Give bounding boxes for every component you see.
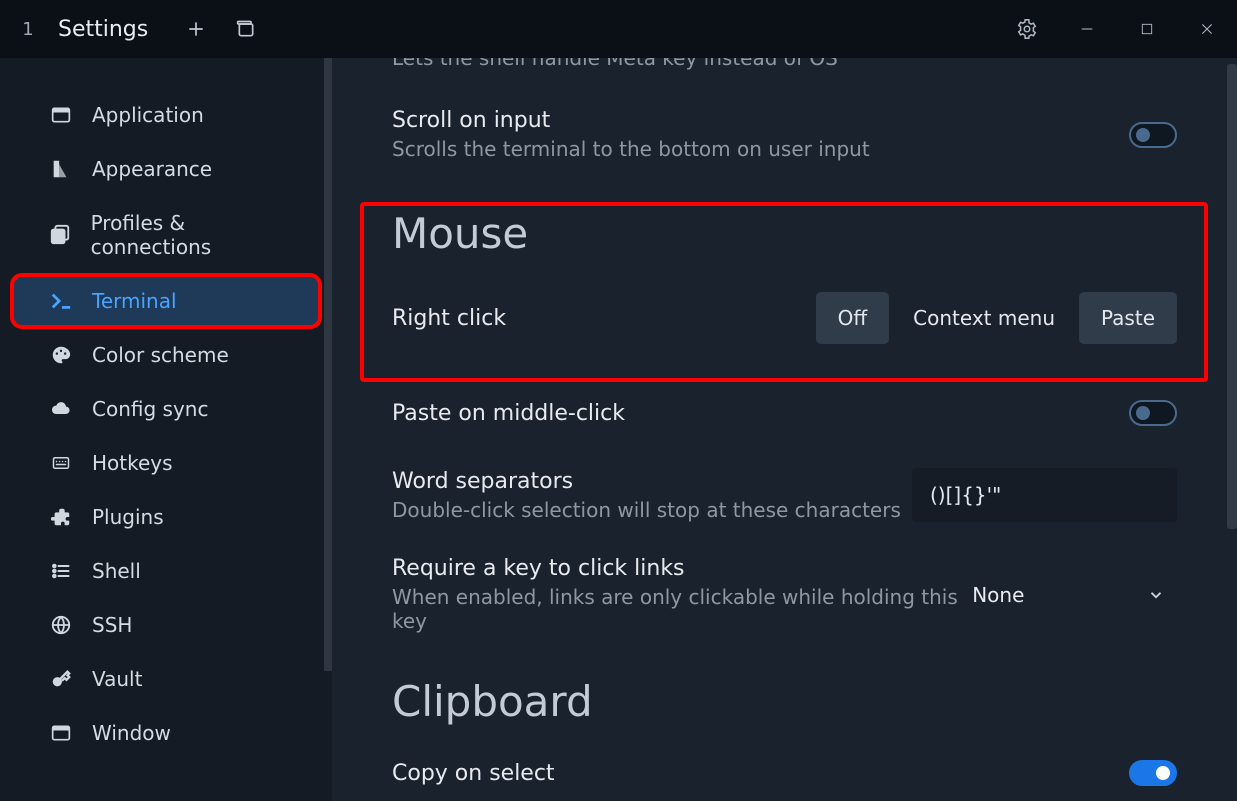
setting-label: Copy on select xyxy=(392,761,555,786)
setting-label: Right click xyxy=(392,306,506,331)
setting-label: Paste on middle-click xyxy=(392,401,625,426)
sidebar-item-terminal[interactable]: Terminal xyxy=(12,275,320,327)
sidebar-item-hotkeys[interactable]: Hotkeys xyxy=(12,437,320,489)
puzzle-icon xyxy=(48,505,74,529)
sidebar-item-application[interactable]: Application xyxy=(12,89,320,141)
sidebar-item-label: Window xyxy=(92,721,171,745)
sidebar-scrollbar[interactable] xyxy=(324,58,332,671)
tab-title: Settings xyxy=(58,17,148,42)
right-click-opt-context[interactable]: Context menu xyxy=(891,292,1077,344)
setting-row-require-key: Require a key to click links When enable… xyxy=(392,556,1177,633)
window-maximize-button[interactable] xyxy=(1117,0,1177,58)
sidebar-item-plugins[interactable]: Plugins xyxy=(12,491,320,543)
right-click-opt-off[interactable]: Off xyxy=(816,292,890,344)
setting-row-scroll-on-input: Scroll on input Scrolls the terminal to … xyxy=(392,108,1177,161)
toggle-paste-middle[interactable] xyxy=(1129,400,1177,426)
settings-sidebar: Application Appearance Profiles & connec… xyxy=(0,58,332,801)
key-icon xyxy=(48,667,74,691)
window-icon xyxy=(48,103,74,127)
sidebar-item-label: Config sync xyxy=(92,397,208,421)
sidebar-item-label: Profiles & connections xyxy=(91,211,300,259)
palette-icon xyxy=(48,343,74,367)
setting-label: Require a key to click links xyxy=(392,556,960,581)
list-icon xyxy=(48,559,74,583)
settings-gear-button[interactable] xyxy=(997,0,1057,58)
sidebar-item-label: Shell xyxy=(92,559,141,583)
window-icon xyxy=(48,721,74,745)
section-header-mouse: Mouse xyxy=(392,209,1177,258)
sidebar-item-label: SSH xyxy=(92,613,132,637)
terminal-icon xyxy=(48,289,74,313)
globe-icon xyxy=(48,613,74,637)
sidebar-item-vault[interactable]: Vault xyxy=(12,653,320,705)
sidebar-item-shell[interactable]: Shell xyxy=(12,545,320,597)
select-value: None xyxy=(972,583,1024,607)
sidebar-item-label: Terminal xyxy=(92,289,177,313)
panels-button[interactable] xyxy=(236,19,256,39)
sidebar-item-appearance[interactable]: Appearance xyxy=(12,143,320,195)
toggle-copy-on-select[interactable] xyxy=(1129,760,1177,786)
setting-sub: Lets the shell handle Meta key instead o… xyxy=(392,58,838,70)
setting-row-word-separators: Word separators Double-click selection w… xyxy=(392,468,1177,522)
window-minimize-button[interactable] xyxy=(1057,0,1117,58)
settings-main: Lets the shell handle Meta key instead o… xyxy=(332,58,1237,801)
setting-row-copy-on-select: Copy on select xyxy=(392,760,1177,786)
keyboard-icon xyxy=(48,451,74,475)
sidebar-item-label: Appearance xyxy=(92,157,212,181)
window-close-button[interactable] xyxy=(1177,0,1237,58)
sidebar-item-window[interactable]: Window xyxy=(12,707,320,759)
tab-index: 1 xyxy=(18,19,38,40)
swatch-icon xyxy=(48,157,74,181)
setting-row-meta-key: Lets the shell handle Meta key instead o… xyxy=(392,58,1177,70)
sidebar-item-label: Application xyxy=(92,103,204,127)
sidebar-item-label: Plugins xyxy=(92,505,164,529)
sidebar-item-ssh[interactable]: SSH xyxy=(12,599,320,651)
setting-label: Word separators xyxy=(392,469,901,494)
title-bar: 1 Settings xyxy=(0,0,1237,58)
sidebar-item-label: Vault xyxy=(92,667,142,691)
setting-sub: Double-click selection will stop at thes… xyxy=(392,498,901,522)
chevron-down-icon xyxy=(1147,586,1165,604)
setting-row-paste-middle: Paste on middle-click xyxy=(392,400,1177,426)
section-header-clipboard: Clipboard xyxy=(392,677,1177,726)
copy-icon xyxy=(48,223,73,247)
sidebar-item-profiles[interactable]: Profiles & connections xyxy=(12,197,320,273)
setting-sub: When enabled, links are only clickable w… xyxy=(392,585,960,633)
setting-sub: Scrolls the terminal to the bottom on us… xyxy=(392,137,870,161)
body: Application Appearance Profiles & connec… xyxy=(0,58,1237,801)
setting-row-right-click: Right click Off Context menu Paste xyxy=(392,292,1177,344)
sidebar-item-colorscheme[interactable]: Color scheme xyxy=(12,329,320,381)
app-window: look to the master follow the walk with … xyxy=(0,0,1237,801)
setting-label: Scroll on input xyxy=(392,108,870,133)
cloud-icon xyxy=(48,397,74,421)
word-separators-input[interactable] xyxy=(912,468,1177,522)
right-click-opt-paste[interactable]: Paste xyxy=(1079,292,1177,344)
right-click-segmented: Off Context menu Paste xyxy=(816,292,1177,344)
sidebar-item-label: Hotkeys xyxy=(92,451,173,475)
require-key-select[interactable]: None xyxy=(960,571,1177,619)
sidebar-item-configsync[interactable]: Config sync xyxy=(12,383,320,435)
new-tab-button[interactable] xyxy=(186,19,206,39)
toggle-scroll-on-input[interactable] xyxy=(1129,122,1177,148)
tab-settings[interactable]: 1 Settings xyxy=(0,0,166,58)
sidebar-item-label: Color scheme xyxy=(92,343,229,367)
